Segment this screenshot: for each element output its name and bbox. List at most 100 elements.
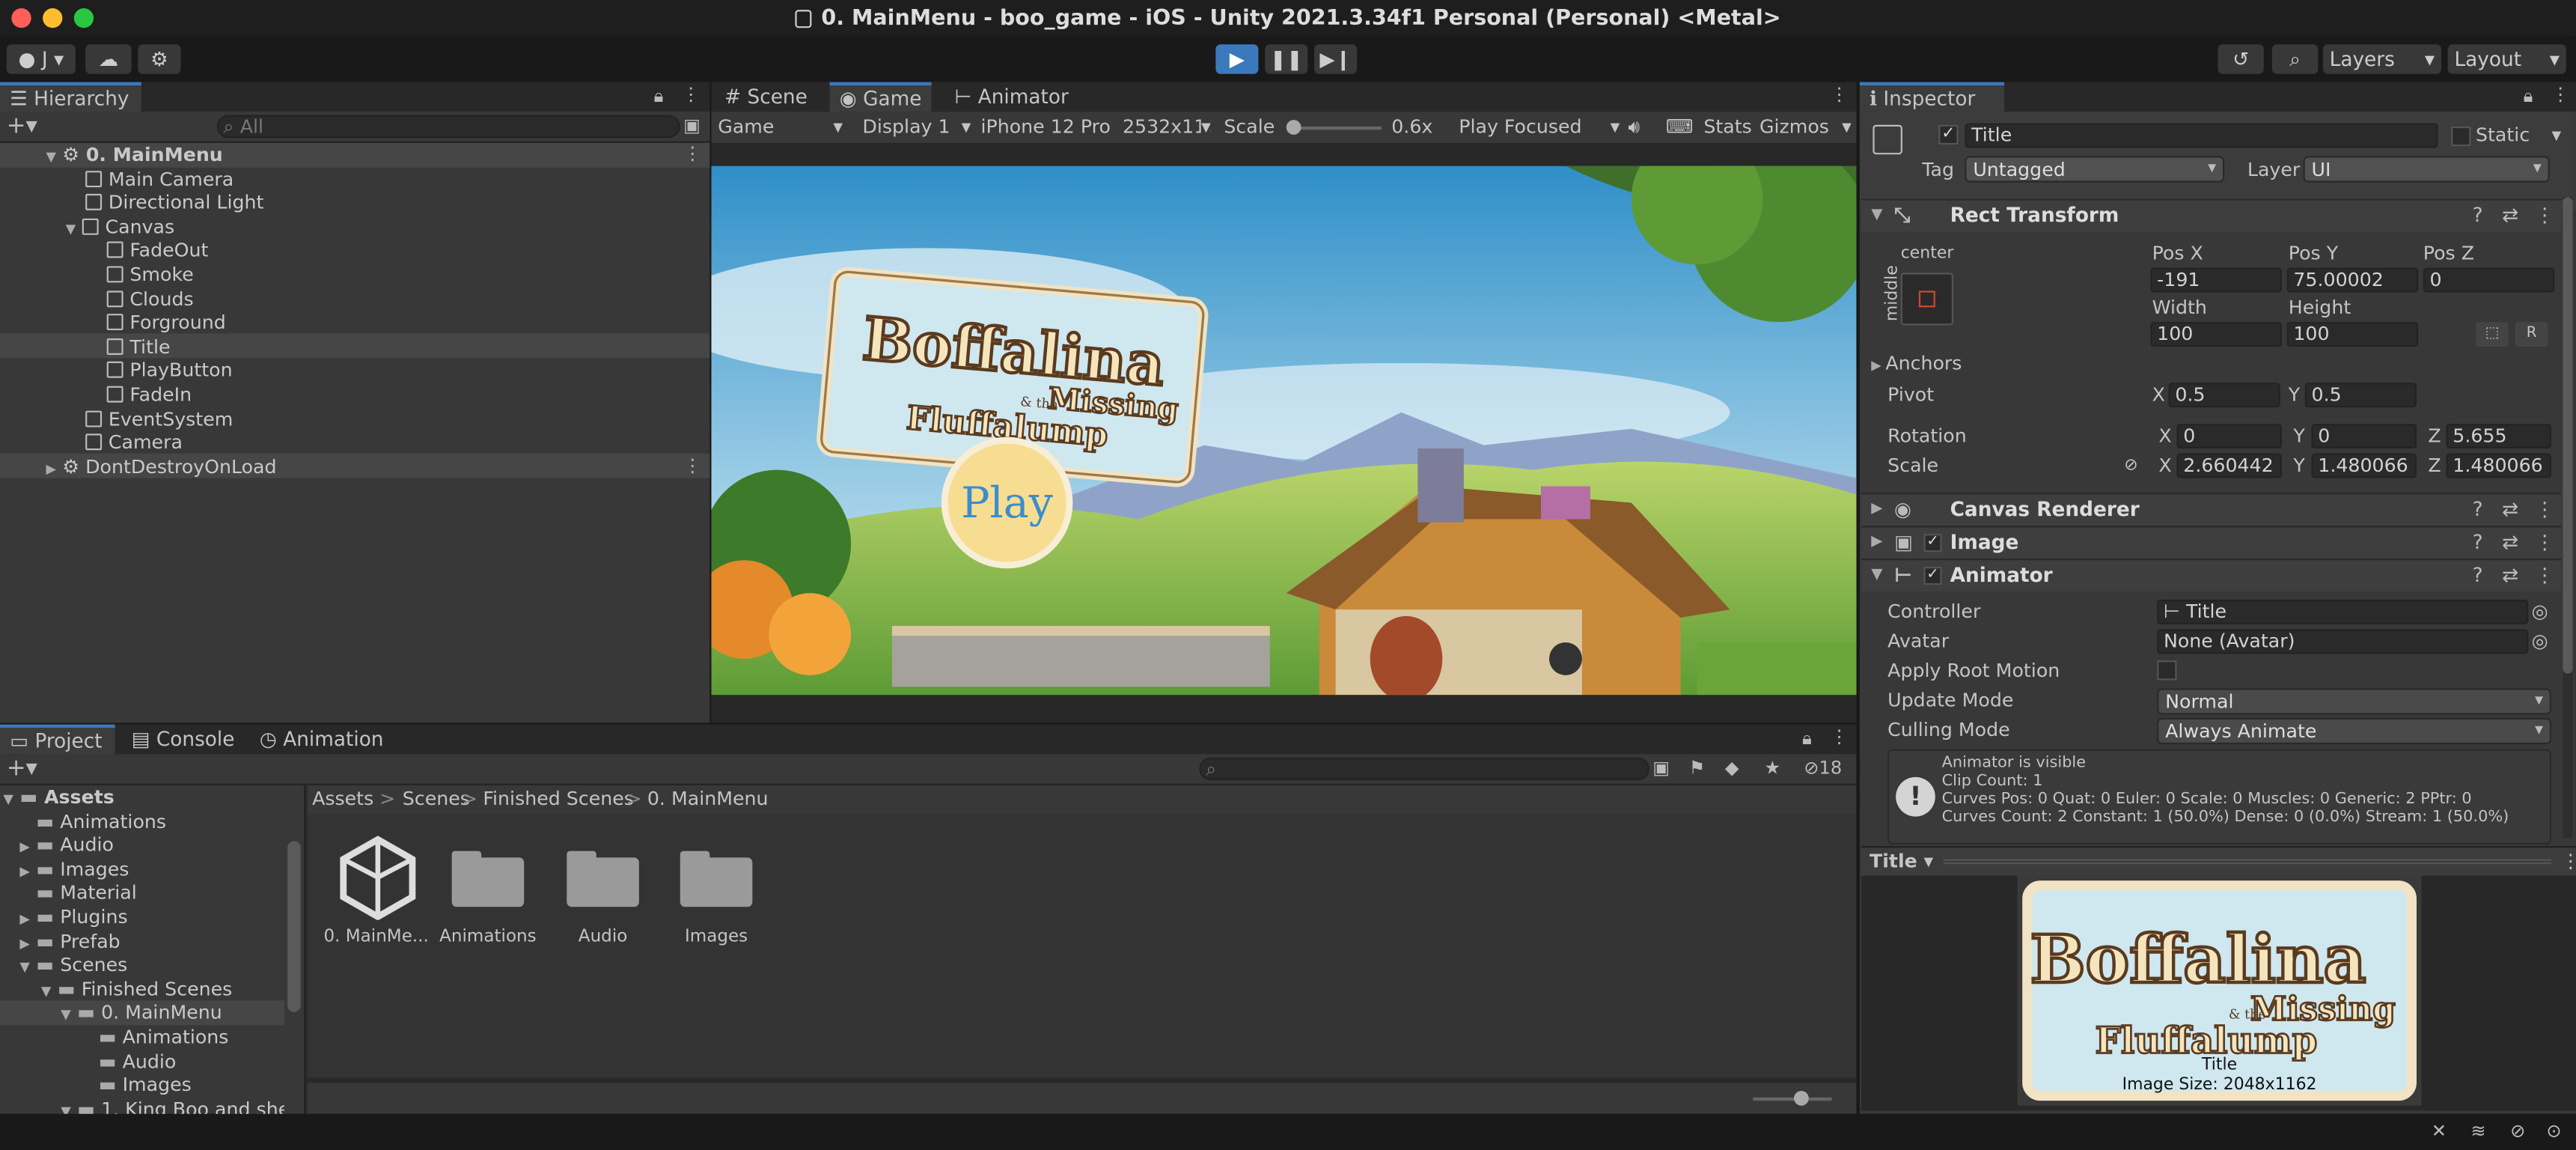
component-menu-icon[interactable]: ⋮ <box>2535 560 2554 591</box>
add-icon[interactable]: +▾ <box>7 755 37 782</box>
hierarchy-item-forground[interactable]: Forground <box>106 311 226 335</box>
culling-mode-dropdown[interactable]: Always Animate <box>2157 717 2551 745</box>
asset-item-animations[interactable]: Animations <box>439 835 537 967</box>
tab-scene[interactable]: # Scene <box>715 82 817 112</box>
tree-item-0-mainmenu[interactable]: ▼ ▬ 0. MainMenu <box>61 1001 222 1025</box>
scale-x-field[interactable]: 2.660442 <box>2176 453 2282 478</box>
preview-dropdown[interactable]: Title ▾ <box>1870 849 1933 874</box>
active-checkbox[interactable]: ✓ <box>1938 124 1959 145</box>
inspector-scroll-thumb[interactable] <box>2563 197 2573 674</box>
hierarchy-item-playbutton[interactable]: PlayButton <box>106 359 233 383</box>
hidden-packages-icon[interactable]: ⊘18 <box>1804 758 1842 779</box>
tab-inspector[interactable]: ℹ Inspector <box>1859 82 2005 112</box>
tree-item-animations-sub[interactable]: ▬ Animations <box>82 1025 229 1049</box>
account-button[interactable]: ● J ▾ <box>6 44 76 74</box>
component-menu-icon[interactable]: ⋮ <box>2535 494 2554 526</box>
play-button[interactable]: ▶ <box>1215 44 1259 74</box>
inspector-scrollbar[interactable] <box>2563 197 2573 839</box>
hierarchy-item-scene[interactable]: ▼ ⚙ 0. MainMenu <box>46 143 222 167</box>
static-checkbox[interactable] <box>2451 126 2471 147</box>
canvas-renderer-header[interactable]: ▶ ◉ Canvas Renderer ? ⇄ ⋮ <box>1861 493 2562 526</box>
pause-button[interactable]: ❚❚ <box>1265 44 1308 74</box>
preview-drag-handle[interactable] <box>1943 859 2551 865</box>
height-field[interactable]: 100 <box>2286 322 2419 347</box>
scene-more-icon[interactable]: ⋮ <box>683 143 701 165</box>
more-menu-icon[interactable]: ⋮ <box>1830 726 1848 748</box>
help-icon[interactable]: ? <box>2473 201 2483 232</box>
image-enabled-checkbox[interactable]: ✓ <box>1923 534 1942 553</box>
step-button[interactable]: ▶❙ <box>1314 44 1358 74</box>
apply-root-motion-checkbox[interactable] <box>2157 660 2177 681</box>
rot-y-field[interactable]: 0 <box>2311 424 2417 449</box>
minimize-window-button[interactable] <box>43 7 63 28</box>
tree-item-plugins[interactable]: ▶ ▬ Plugins <box>19 905 127 929</box>
tab-game[interactable]: ◉ Game <box>829 82 932 112</box>
more-menu-icon[interactable]: ⋮ <box>2551 84 2569 106</box>
tree-scroll-thumb[interactable] <box>287 841 301 1012</box>
posz-field[interactable]: 0 <box>2423 267 2555 293</box>
asset-item-scene[interactable]: 0. MainMe... <box>323 835 429 967</box>
object-name-input[interactable]: Title <box>1965 123 2438 148</box>
debug-mode-icon[interactable]: ✕ <box>2432 1121 2447 1143</box>
game-view[interactable]: Boffalina & the Missing Fluffalump Play <box>711 165 1857 696</box>
posy-field[interactable]: 75.00002 <box>2286 267 2419 293</box>
mute-audio-icon[interactable]: 🔊︎ <box>1628 115 1640 140</box>
avatar-field[interactable]: None (Avatar) <box>2157 629 2529 654</box>
component-menu-icon[interactable]: ⋮ <box>2535 527 2554 559</box>
layers-dropdown[interactable]: Layers ▾ <box>2322 44 2441 74</box>
tree-item-images-sub[interactable]: ▬ Images <box>82 1073 192 1097</box>
tree-item-animations[interactable]: ▬ Animations <box>19 809 166 833</box>
rot-x-field[interactable]: 0 <box>2176 424 2282 449</box>
hierarchy-item-eventsystem[interactable]: EventSystem <box>85 407 233 431</box>
scale-slider-thumb[interactable] <box>1286 120 1301 135</box>
hierarchy-item-camera[interactable]: Camera <box>85 431 183 454</box>
lock-icon[interactable]: 🔒︎ <box>1802 728 1812 751</box>
pivot-y-field[interactable]: 0.5 <box>2304 383 2417 408</box>
breadcrumb-item[interactable]: Assets <box>312 787 373 812</box>
hierarchy-item-title[interactable]: Title <box>106 335 171 359</box>
tree-item-scenes[interactable]: ▼ ▬ Scenes <box>19 953 127 977</box>
tab-console[interactable]: ▤ Console <box>121 725 244 754</box>
stats-button[interactable]: Stats <box>1703 115 1751 140</box>
project-search-input[interactable]: ⌕ <box>1199 757 1649 781</box>
lock-icon[interactable]: 🔒︎ <box>654 85 664 109</box>
search-filter-icon[interactable]: ▣ <box>683 115 701 137</box>
device-dropdown[interactable]: iPhone 12 Pro 2532x1170▾ <box>980 115 1211 140</box>
filter-by-type-icon[interactable]: ⚑ <box>1689 758 1706 779</box>
static-dropdown[interactable]: Static ▾ <box>2476 124 2561 148</box>
width-field[interactable]: 100 <box>2150 322 2282 347</box>
search-by-type-icon[interactable]: ▣ <box>1652 758 1670 779</box>
preset-icon[interactable]: ⇄ <box>2502 201 2518 232</box>
tree-item-prefab[interactable]: ▶ ▬ Prefab <box>19 929 120 953</box>
lock-icon[interactable]: 🔒︎ <box>2524 85 2533 109</box>
hierarchy-item-canvas[interactable]: ▼ Canvas <box>66 215 174 239</box>
rot-z-field[interactable]: 5.655 <box>2446 424 2551 449</box>
favorites-icon[interactable]: ★ <box>1765 758 1781 779</box>
scale-y-field[interactable]: 1.480066 <box>2311 453 2417 478</box>
animator-enabled-checkbox[interactable]: ✓ <box>1923 567 1942 585</box>
close-window-button[interactable] <box>11 7 31 28</box>
undo-history-icon[interactable]: ↺ <box>2218 44 2264 74</box>
tree-item-assets[interactable]: ▼ ▬ Assets <box>3 785 114 809</box>
tree-item-images[interactable]: ▶ ▬ Images <box>19 857 129 881</box>
raw-edit-button[interactable]: R <box>2515 322 2548 347</box>
more-menu-icon[interactable]: ⋮ <box>682 84 700 106</box>
anchors-foldout[interactable]: ▶ Anchors <box>1871 352 1962 378</box>
tree-item-material[interactable]: ▬ Material <box>19 881 136 905</box>
help-icon[interactable]: ? <box>2473 527 2483 559</box>
rect-transform-header[interactable]: ▼ ⤡ Rect Transform ? ⇄ ⋮ <box>1861 198 2562 232</box>
layer-dropdown[interactable]: UI <box>2303 156 2550 183</box>
controller-field[interactable]: ⊢ Title <box>2157 599 2529 624</box>
tree-item-audio[interactable]: ▶ ▬ Audio <box>19 833 114 857</box>
icon-size-slider[interactable] <box>1753 1091 1832 1106</box>
icon-size-slider-thumb[interactable] <box>1794 1091 1809 1106</box>
display-dropdown[interactable]: Display 1 ▾ <box>862 115 971 140</box>
hierarchy-item-fadein[interactable]: FadeIn <box>106 383 192 407</box>
search-icon[interactable]: ⌕ <box>2271 44 2319 74</box>
scale-slider[interactable] <box>1286 120 1382 135</box>
object-picker-icon[interactable]: ◎ <box>2532 600 2548 624</box>
add-icon[interactable]: +▾ <box>7 113 37 139</box>
blueprint-mode-button[interactable]: ⬚ <box>2476 322 2509 347</box>
play-focused-dropdown[interactable]: Play Focused ▾ <box>1459 115 1620 140</box>
filter-by-label-icon[interactable]: ◆ <box>1725 758 1739 779</box>
